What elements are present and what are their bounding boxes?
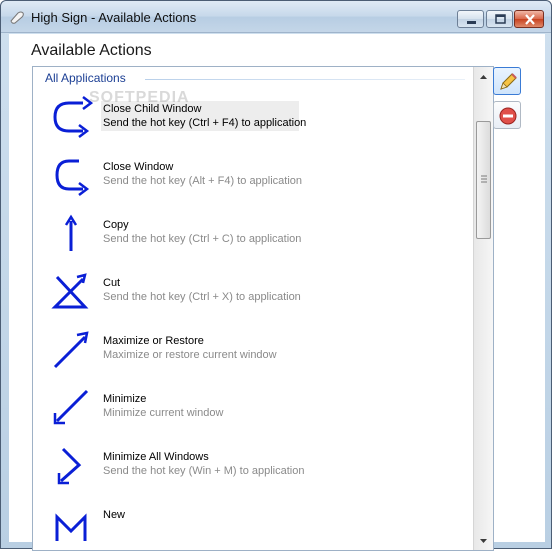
delete-icon (499, 107, 517, 125)
action-description: Minimize current window (103, 407, 224, 419)
actions-items: SOFTPEDIA Close Child Window Send the ho… (33, 89, 473, 551)
minimize-button[interactable] (457, 10, 484, 28)
action-description: Send the hot key (Ctrl + X) to applicati… (103, 291, 301, 303)
group-label: All Applications (45, 71, 126, 85)
list-item-new[interactable]: New (33, 495, 473, 551)
list-item-copy[interactable]: Copy Send the hot key (Ctrl + C) to appl… (33, 205, 473, 263)
app-window: High Sign - Available Actions Available … (0, 0, 552, 551)
grip-icon (481, 175, 487, 183)
list-item-close-window[interactable]: Close Window Send the hot key (Alt + F4)… (33, 147, 473, 205)
action-description: Send the hot key (Alt + F4) to applicati… (103, 175, 303, 187)
close-icon (525, 14, 535, 25)
minimize-gesture-icon (53, 389, 89, 425)
vertical-scrollbar[interactable] (473, 67, 493, 550)
action-description: Send the hot key (Win + M) to applicatio… (103, 465, 305, 477)
scroll-down-arrow-icon[interactable] (474, 533, 493, 549)
group-header: All Applications (45, 71, 465, 87)
actions-list[interactable]: All Applications SOFTPEDIA Close Child W… (32, 66, 494, 551)
action-description: Send the hot key (Ctrl + F4) to applicat… (103, 117, 307, 129)
edit-action-button[interactable] (493, 67, 521, 95)
scroll-up-arrow-icon[interactable] (474, 69, 493, 85)
action-name: Cut (103, 277, 121, 289)
maximize-gesture-icon (53, 331, 89, 369)
close-window-gesture-icon (55, 159, 90, 196)
action-name: Maximize or Restore (103, 335, 204, 347)
app-logo-icon (10, 11, 24, 24)
delete-action-button[interactable] (493, 101, 521, 129)
close-child-window-gesture-icon (53, 96, 93, 138)
pencil-icon (500, 73, 517, 90)
cut-gesture-icon (51, 273, 89, 309)
action-description: Maximize or restore current window (103, 349, 277, 361)
maximize-icon (495, 14, 506, 24)
close-button[interactable] (514, 10, 544, 28)
title-bar[interactable]: High Sign - Available Actions (1, 1, 551, 33)
window-title: High Sign - Available Actions (31, 10, 197, 25)
list-item-close-child-window[interactable]: SOFTPEDIA Close Child Window Send the ho… (33, 89, 473, 147)
action-name: Minimize (103, 393, 147, 405)
list-item-maximize-or-restore[interactable]: Maximize or Restore Maximize or restore … (33, 321, 473, 379)
page-title: Available Actions (31, 42, 152, 59)
action-name: Copy (103, 219, 129, 231)
action-name: Close Child Window (103, 103, 202, 115)
client-area: Available Actions All Applications SOFTP… (9, 34, 545, 551)
group-divider (145, 79, 465, 80)
action-name: Close Window (103, 161, 174, 173)
new-gesture-icon (55, 513, 87, 541)
action-description: Send the hot key (Ctrl + C) to applicati… (103, 233, 302, 245)
action-name: Minimize All Windows (103, 451, 209, 463)
list-item-cut[interactable]: Cut Send the hot key (Ctrl + X) to appli… (33, 263, 473, 321)
minimize-icon (467, 21, 476, 24)
maximize-button[interactable] (486, 10, 513, 28)
scrollbar-thumb[interactable] (476, 121, 491, 239)
minimize-all-gesture-icon (57, 447, 82, 485)
list-item-minimize[interactable]: Minimize Minimize current window (33, 379, 473, 437)
copy-gesture-icon (64, 214, 78, 251)
list-item-minimize-all-windows[interactable]: Minimize All Windows Send the hot key (W… (33, 437, 473, 495)
action-name: New (103, 509, 126, 521)
